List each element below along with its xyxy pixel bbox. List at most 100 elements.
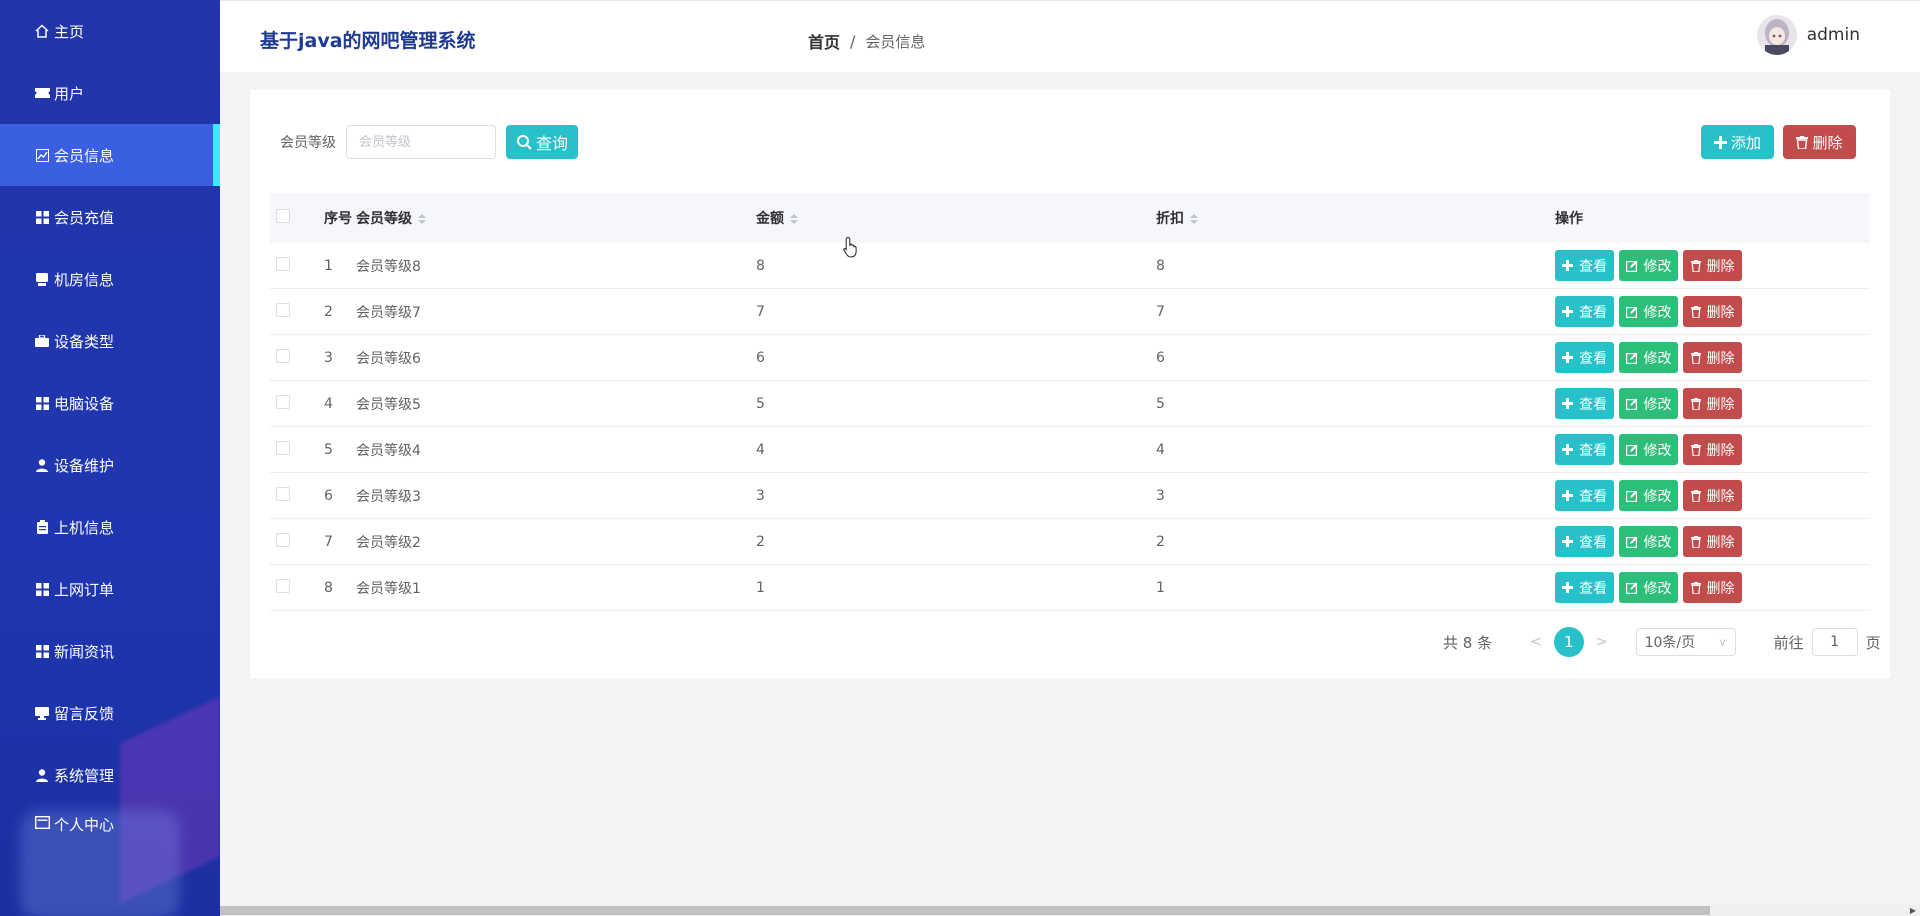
edit-icon: [1625, 306, 1641, 318]
avatar[interactable]: [1756, 15, 1797, 55]
page-number-current[interactable]: 1: [1553, 627, 1584, 657]
edit-button[interactable]: 修改: [1619, 480, 1678, 511]
sidebar-item[interactable]: 电脑设备: [0, 372, 220, 434]
sidebar-item[interactable]: 上网订单: [0, 558, 220, 620]
query-button[interactable]: 查询: [506, 125, 579, 159]
username[interactable]: admin: [1807, 25, 1860, 45]
row-checkbox[interactable]: [276, 394, 290, 409]
view-button[interactable]: 查看: [1555, 296, 1614, 327]
view-button-label: 查看: [1579, 488, 1607, 505]
edit-icon: [1625, 582, 1641, 594]
cell-ops: 查看 修改 删除: [1555, 434, 1870, 465]
view-button[interactable]: 查看: [1555, 480, 1614, 511]
sidebar-item-label: 会员充值: [54, 208, 115, 227]
sidebar-item[interactable]: 新闻资讯: [0, 620, 220, 682]
column-header-level-label: 会员等级: [356, 211, 412, 227]
row-checkbox[interactable]: [276, 440, 290, 455]
view-button[interactable]: 查看: [1555, 526, 1614, 557]
delete-button[interactable]: 删除: [1683, 342, 1742, 373]
row-checkbox[interactable]: [276, 256, 290, 271]
view-button[interactable]: 查看: [1555, 434, 1614, 465]
trash-icon: [1690, 581, 1704, 594]
delete-button[interactable]: 删除: [1683, 296, 1742, 327]
grid-icon: [34, 395, 50, 411]
edit-button[interactable]: 修改: [1619, 250, 1678, 281]
sort-icon[interactable]: [418, 214, 426, 224]
edit-button-label: 修改: [1643, 580, 1672, 597]
sidebar-item[interactable]: 主页: [0, 0, 220, 62]
row-checkbox[interactable]: [276, 348, 290, 363]
next-page-button[interactable]: >: [1596, 634, 1608, 650]
row-checkbox[interactable]: [276, 532, 290, 547]
cell-discount: 6: [1156, 349, 1165, 366]
sidebar-item[interactable]: 设备维护: [0, 434, 220, 496]
member-level-search-input[interactable]: [346, 125, 496, 159]
page-size-select[interactable]: 10条/页 ∨: [1635, 628, 1736, 656]
sort-icon[interactable]: [1190, 214, 1198, 224]
grid-icon: [34, 209, 50, 225]
delete-button[interactable]: 删除: [1683, 572, 1742, 603]
view-button[interactable]: 查看: [1555, 388, 1614, 419]
user-menu[interactable]: admin: [1756, 15, 1860, 55]
add-button[interactable]: 添加: [1701, 125, 1774, 159]
scroll-right-arrow-icon[interactable]: ▶: [1910, 906, 1916, 915]
edit-button[interactable]: 修改: [1619, 388, 1678, 419]
edit-button[interactable]: 修改: [1619, 526, 1678, 557]
horizontal-scrollbar[interactable]: ▶: [220, 905, 1920, 916]
row-checkbox[interactable]: [276, 486, 290, 501]
cell-discount: 8: [1156, 257, 1165, 274]
column-header-level[interactable]: 会员等级: [356, 208, 756, 228]
edit-button[interactable]: 修改: [1619, 572, 1678, 603]
view-button[interactable]: 查看: [1555, 572, 1614, 603]
delete-button-label: 删除: [1706, 488, 1735, 505]
edit-button[interactable]: 修改: [1619, 434, 1678, 465]
monitor-icon: [34, 705, 50, 721]
sidebar-item[interactable]: 会员信息: [0, 124, 220, 186]
delete-button[interactable]: 删除: [1683, 388, 1742, 419]
trash-icon: [1690, 397, 1704, 410]
view-button[interactable]: 查看: [1555, 342, 1614, 373]
sidebar-item[interactable]: 会员充值: [0, 186, 220, 248]
delete-button[interactable]: 删除: [1683, 480, 1742, 511]
sort-icon[interactable]: [790, 214, 798, 224]
table-row: 2 会员等级7 7 7 查看 修改 删除: [270, 289, 1870, 335]
scrollbar-thumb[interactable]: [220, 906, 1710, 915]
chevron-down-icon: ∨: [1718, 635, 1727, 649]
breadcrumb-separator: /: [850, 31, 856, 51]
breadcrumb-home[interactable]: 首页: [808, 29, 840, 53]
sidebar-item-label: 留言反馈: [54, 704, 115, 723]
column-header-amount[interactable]: 金额: [756, 208, 1156, 228]
edit-icon: [1625, 260, 1641, 272]
prev-page-button[interactable]: <: [1530, 634, 1542, 650]
sidebar-item[interactable]: 个人中心: [0, 806, 220, 846]
header: 基于java的网吧管理系统 首页 / 会员信息 admin: [220, 0, 1920, 72]
delete-button[interactable]: 删除: [1683, 526, 1742, 557]
edit-button[interactable]: 修改: [1619, 296, 1678, 327]
sidebar-item[interactable]: 上机信息: [0, 496, 220, 558]
delete-button[interactable]: 删除: [1683, 434, 1742, 465]
cell-amount: 6: [756, 349, 765, 366]
cell-index: 1: [324, 257, 333, 274]
batch-delete-button[interactable]: 删除: [1783, 125, 1856, 159]
delete-button[interactable]: 删除: [1683, 250, 1742, 281]
sidebar-item[interactable]: 机房信息: [0, 248, 220, 310]
sidebar-item[interactable]: 设备类型: [0, 310, 220, 372]
delete-button-label: 删除: [1706, 442, 1735, 459]
row-checkbox[interactable]: [276, 578, 290, 593]
trash-icon: [1690, 443, 1704, 456]
sidebar-item[interactable]: 留言反馈: [0, 682, 220, 744]
select-all-checkbox[interactable]: [276, 209, 290, 223]
row-select-cell: [270, 394, 304, 413]
sidebar-item[interactable]: 系统管理: [0, 744, 220, 806]
cell-ops: 查看 修改 删除: [1555, 526, 1870, 557]
edit-icon: [1625, 398, 1641, 410]
sidebar-item[interactable]: 用户: [0, 62, 220, 124]
view-button[interactable]: 查看: [1555, 250, 1614, 281]
row-checkbox[interactable]: [276, 302, 290, 317]
plus-icon: [1562, 352, 1576, 363]
cell-level: 会员等级8: [356, 258, 421, 275]
column-header-discount[interactable]: 折扣: [1156, 208, 1555, 228]
edit-button[interactable]: 修改: [1619, 342, 1678, 373]
trash-icon: [1690, 259, 1704, 272]
goto-page-input[interactable]: [1811, 628, 1858, 656]
